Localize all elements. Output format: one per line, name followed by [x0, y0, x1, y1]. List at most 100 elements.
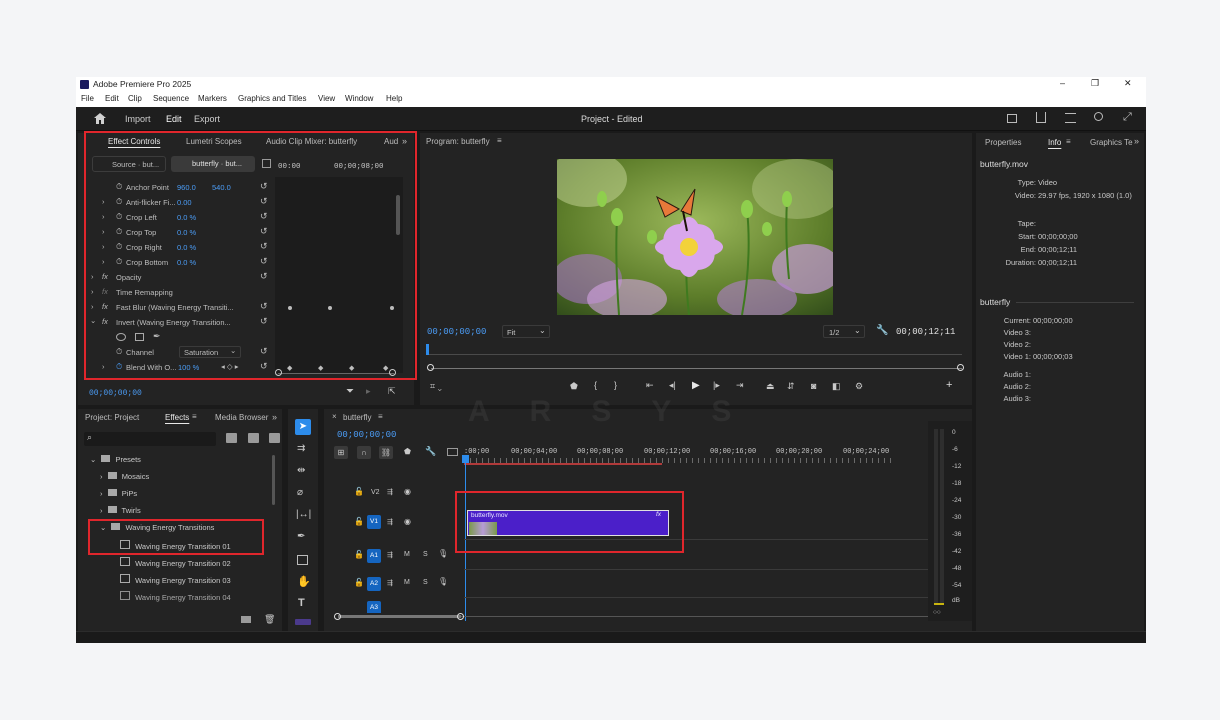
mark-out-icon[interactable]: } — [614, 380, 617, 390]
lift-icon[interactable]: ⏏ — [766, 381, 775, 392]
vr-icon[interactable]: ⚙ — [855, 381, 863, 392]
menu-sequence[interactable]: Sequence — [153, 94, 189, 103]
rectangle-tool-icon[interactable] — [297, 555, 308, 565]
effects-scrollbar[interactable] — [272, 455, 275, 505]
play-audio-icon[interactable]: ▸ — [366, 386, 371, 397]
tab-project[interactable]: Project: Project — [85, 413, 139, 422]
zoom-handle-left[interactable] — [427, 364, 434, 371]
accelerated-effects-icon[interactable] — [226, 433, 237, 443]
wrench-icon[interactable]: 🔧 — [425, 446, 436, 457]
playhead-head[interactable] — [462, 455, 469, 463]
go-to-in-icon[interactable]: ⇤ — [646, 380, 654, 391]
panel-menu-icon[interactable]: ≡ — [378, 412, 383, 421]
tree-item-mosaics[interactable]: › Mosaics — [100, 472, 149, 481]
menu-file[interactable]: File — [81, 94, 94, 103]
add-marker-icon[interactable]: ⬟ — [404, 447, 411, 456]
menu-view[interactable]: View — [318, 94, 335, 103]
eye-icon[interactable]: ◉ — [404, 487, 411, 496]
32bit-effects-icon[interactable] — [248, 433, 259, 443]
selection-tool-icon[interactable]: ➤ — [295, 419, 311, 435]
timeline-zoom-range[interactable] — [338, 615, 461, 618]
tools-more-icon[interactable] — [295, 619, 311, 625]
step-back-icon[interactable]: ◂| — [669, 380, 676, 391]
tab-media-browser[interactable]: Media Browser — [215, 413, 268, 422]
type-tool-icon[interactable]: T — [298, 597, 305, 609]
meter-solo-icon[interactable]: ○○ — [933, 609, 941, 616]
sync-lock-icon[interactable]: ⇶ — [387, 551, 393, 559]
minimize-button[interactable]: – — [1060, 78, 1065, 88]
track-target-v1[interactable]: V1 — [367, 515, 381, 529]
resolution-dropdown[interactable]: 1/2 ⌄ — [823, 325, 865, 338]
mute-button[interactable]: M — [404, 579, 410, 586]
go-to-out-icon[interactable]: ⇥ — [736, 380, 744, 391]
export-tab[interactable]: Export — [194, 114, 220, 124]
lock-icon[interactable]: 🔓 — [354, 550, 364, 559]
zoom-handle-right[interactable] — [457, 613, 464, 620]
close-sequence-icon[interactable]: × — [332, 412, 337, 421]
solo-button[interactable]: S — [423, 551, 428, 558]
track-target-a2[interactable]: A2 — [367, 577, 381, 591]
insert-sequence-icon[interactable]: ⊞ — [334, 446, 348, 459]
search-help-icon[interactable] — [1094, 112, 1103, 121]
sync-lock-icon[interactable]: ⇶ — [387, 518, 393, 526]
eye-icon[interactable]: ◉ — [404, 517, 411, 526]
yuv-effects-icon[interactable] — [269, 433, 280, 443]
hand-tool-icon[interactable]: ✋ — [297, 575, 311, 588]
compare-icon[interactable]: ◧ — [832, 381, 841, 392]
program-zoom-bar[interactable] — [431, 368, 962, 369]
captions-icon[interactable] — [447, 448, 458, 456]
edit-tab[interactable]: Edit — [166, 114, 182, 124]
tab-graphics[interactable]: Graphics Te — [1090, 138, 1133, 147]
import-tab[interactable]: Import — [125, 114, 151, 124]
fullscreen-icon[interactable]: ⤢ — [1123, 111, 1132, 124]
sync-lock-icon[interactable]: ⇶ — [387, 579, 393, 587]
panel-menu-icon[interactable]: ≡ — [1066, 137, 1071, 146]
track-select-tool-icon[interactable]: ⇉ — [297, 443, 305, 454]
zoom-handle-right[interactable] — [957, 364, 964, 371]
home-icon[interactable] — [94, 113, 106, 124]
wrench-icon[interactable]: 🔧 — [876, 325, 888, 336]
tab-sequence[interactable]: butterfly — [343, 413, 371, 422]
filter-icon[interactable]: ⏷ — [346, 386, 354, 397]
tab-effects[interactable]: Effects — [165, 413, 189, 422]
program-ruler[interactable] — [427, 345, 962, 355]
panel-overflow-icon[interactable]: » — [1134, 136, 1139, 146]
linked-selection-icon[interactable]: ⛓ — [379, 446, 393, 459]
ripple-edit-tool-icon[interactable]: ⇹ — [297, 465, 305, 476]
menu-window[interactable]: Window — [345, 94, 373, 103]
fit-dropdown[interactable]: Fit ⌄ — [502, 325, 550, 338]
tree-item-preset[interactable]: Waving Energy Transition 03 — [120, 574, 231, 585]
menu-help[interactable]: Help — [386, 94, 402, 103]
new-bin-icon[interactable] — [241, 616, 251, 623]
pen-tool-icon[interactable]: ✒ — [297, 531, 305, 542]
close-button[interactable]: ✕ — [1124, 78, 1132, 89]
panel-layout-icon[interactable] — [1007, 114, 1017, 123]
microphone-icon[interactable]: 🎙 — [438, 549, 448, 558]
track-target-a3[interactable]: A3 — [367, 601, 381, 613]
menu-edit[interactable]: Edit — [105, 94, 119, 103]
settings-sliders-icon[interactable] — [1065, 113, 1076, 123]
panel-overflow-icon[interactable]: » — [272, 412, 277, 422]
sync-lock-icon[interactable]: ⇶ — [387, 488, 393, 496]
tab-program[interactable]: Program: butterfly — [426, 137, 490, 146]
extract-icon[interactable]: ⇵ — [787, 381, 795, 392]
add-marker-icon[interactable]: ⬟ — [570, 381, 578, 392]
menu-markers[interactable]: Markers — [198, 94, 227, 103]
lock-icon[interactable]: 🔓 — [354, 578, 364, 587]
tree-item-presets[interactable]: ⌄ Presets — [90, 455, 141, 464]
razor-tool-icon[interactable]: ⌀ — [297, 487, 303, 498]
tree-item-twirls[interactable]: › Twirls — [100, 506, 141, 515]
mark-in-icon[interactable]: { — [594, 380, 597, 390]
timeline-timecode[interactable]: 00;00;00;00 — [337, 430, 396, 440]
program-timecode[interactable]: 00;00;00;00 — [427, 327, 486, 337]
microphone-icon[interactable]: 🎙 — [438, 577, 448, 586]
share-icon[interactable] — [1036, 112, 1046, 123]
add-button-icon[interactable]: + — [946, 379, 952, 391]
lock-icon[interactable]: 🔓 — [354, 517, 364, 526]
track-target-a1[interactable]: A1 — [367, 549, 381, 563]
zoom-handle-left[interactable] — [334, 613, 341, 620]
export-keyframes-icon[interactable]: ⇱ — [388, 386, 396, 397]
maximize-button[interactable]: ❐ — [1091, 78, 1099, 89]
tab-info[interactable]: Info — [1048, 138, 1061, 147]
tree-item-pips[interactable]: › PiPs — [100, 489, 137, 498]
